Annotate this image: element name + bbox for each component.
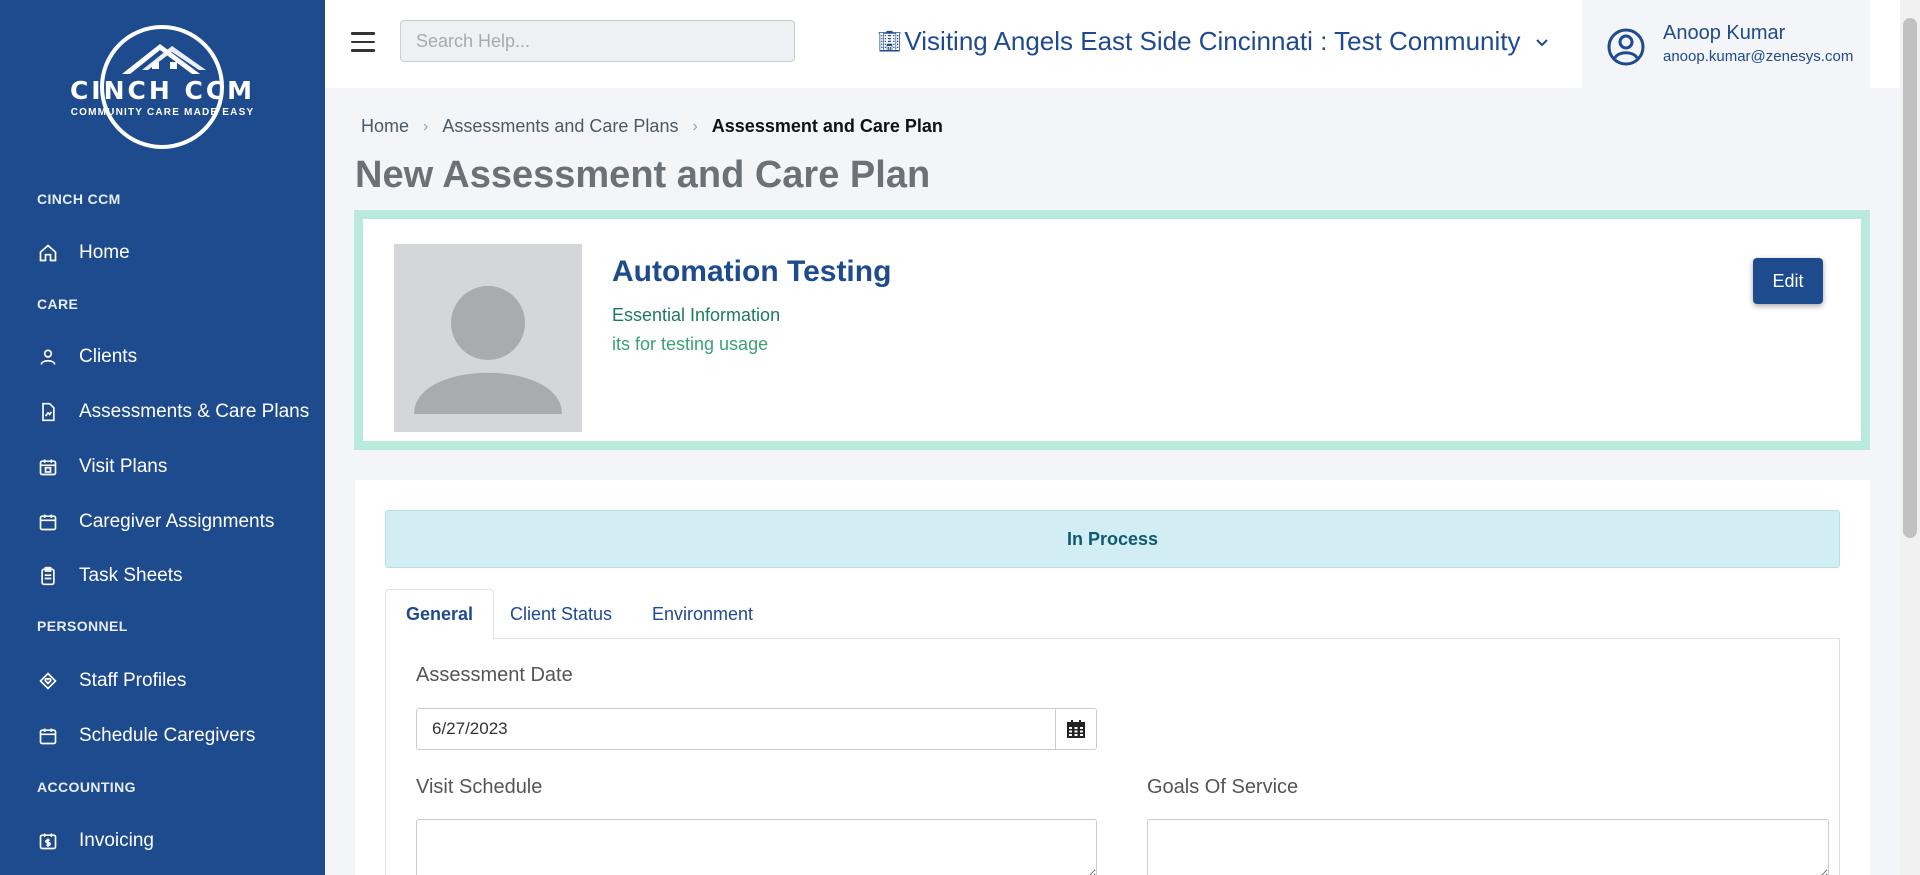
person-silhouette-icon	[414, 286, 562, 414]
sidebar-item-label: Staff Profiles	[79, 670, 187, 691]
status-banner: In Process	[385, 510, 1840, 568]
client-info-heading: Essential Information	[612, 305, 781, 325]
assessment-date-label: Assessment Date	[416, 664, 573, 686]
section-cinch-ccm: CINCH CCM	[37, 191, 121, 207]
calendar-icon	[37, 725, 59, 747]
visit-schedule-textarea[interactable]	[416, 819, 1097, 875]
menu-toggle-icon[interactable]	[351, 32, 375, 52]
client-info-text: its for testing usage	[612, 334, 769, 354]
scrollbar-thumb[interactable]	[1903, 18, 1917, 538]
home-icon	[37, 242, 59, 264]
page-title: New Assessment and Care Plan	[355, 154, 931, 196]
organization-selector[interactable]: 🏢︎ Visiting Angels East Side Cincinnati …	[877, 26, 1549, 57]
sidebar-item-home[interactable]: Home	[0, 230, 325, 276]
breadcrumb-home[interactable]: Home	[361, 116, 409, 137]
calendar-picker-icon[interactable]	[1055, 708, 1097, 750]
sidebar-item-caregiver-assignments[interactable]: Caregiver Assignments	[0, 499, 325, 545]
user-avatar-icon	[1607, 28, 1645, 66]
sidebar-item-label: Clients	[79, 346, 138, 367]
heart-badge-icon	[37, 670, 59, 692]
sidebar-item-label: Assessments & Care Plans	[79, 401, 310, 422]
sidebar-item-staff-profiles[interactable]: Staff Profiles	[0, 658, 325, 704]
dollar-calendar-icon	[37, 830, 59, 852]
client-card: Automation Testing Essential Information…	[354, 210, 1870, 450]
chevron-right-icon: ›	[423, 117, 429, 135]
user-menu[interactable]: Anoop Kumar anoop.kumar@zenesys.com	[1582, 0, 1870, 88]
goals-of-service-textarea[interactable]	[1147, 819, 1829, 875]
tab-bar: General Client Status Environment	[385, 589, 1840, 640]
section-accounting: ACCOUNTING	[37, 779, 136, 795]
section-care: CARE	[37, 296, 79, 312]
organization-name: Visiting Angels East Side Cincinnati : T…	[904, 26, 1521, 56]
clipboard-icon	[37, 565, 59, 587]
sidebar: CINCH CCM COMMUNITY CARE MADE EASY CINCH…	[0, 0, 325, 875]
sidebar-item-label: Caregiver Assignments	[79, 511, 275, 532]
tab-client-status[interactable]: Client Status	[490, 589, 632, 639]
building-icon: 🏢︎	[877, 31, 903, 53]
logo-tagline: COMMUNITY CARE MADE EASY	[70, 107, 255, 118]
user-icon	[37, 346, 59, 368]
user-email: anoop.kumar@zenesys.com	[1663, 48, 1854, 65]
assessment-panel: In Process General Client Status Environ…	[355, 480, 1870, 875]
breadcrumb: Home › Assessments and Care Plans › Asse…	[361, 116, 943, 137]
sidebar-item-label: Home	[79, 242, 130, 263]
logo-title: CINCH CCM	[69, 76, 256, 105]
sidebar-item-label: Visit Plans	[79, 456, 168, 477]
sidebar-item-clients[interactable]: Clients	[0, 334, 325, 380]
sidebar-item-label: Schedule Caregivers	[79, 725, 256, 746]
sidebar-item-assessments[interactable]: Assessments & Care Plans	[0, 389, 325, 435]
sidebar-item-schedule-caregivers[interactable]: Schedule Caregivers	[0, 713, 325, 759]
cinch-ccm-logo[interactable]: CINCH CCM COMMUNITY CARE MADE EASY	[60, 22, 265, 152]
tab-content-general: Assessment Date Visit Schedule Goals Of …	[385, 639, 1840, 875]
sidebar-item-label: Invoicing	[79, 830, 154, 851]
tab-general[interactable]: General	[385, 589, 495, 640]
top-bar: 🏢︎ Visiting Angels East Side Cincinnati …	[325, 0, 1900, 88]
section-personnel: PERSONNEL	[37, 618, 128, 634]
breadcrumb-current: Assessment and Care Plan	[711, 116, 943, 136]
sidebar-item-invoicing[interactable]: Invoicing	[0, 818, 325, 864]
sidebar-item-label: Task Sheets	[79, 565, 183, 586]
goals-of-service-label: Goals Of Service	[1147, 776, 1299, 798]
calendar-icon	[37, 511, 59, 533]
chevron-down-icon	[1535, 38, 1548, 46]
chevron-right-icon: ›	[692, 117, 698, 135]
page-scrollbar[interactable]	[1900, 0, 1920, 875]
visit-schedule-label: Visit Schedule	[416, 776, 543, 798]
edit-button[interactable]: Edit	[1753, 258, 1823, 304]
document-chart-icon	[37, 401, 59, 423]
tab-environment[interactable]: Environment	[632, 589, 773, 639]
sidebar-item-visit-plans[interactable]: Visit Plans	[0, 444, 325, 490]
assessment-date-input[interactable]	[416, 708, 1056, 750]
sidebar-item-task-sheets[interactable]: Task Sheets	[0, 553, 325, 599]
breadcrumb-assessments[interactable]: Assessments and Care Plans	[442, 116, 678, 137]
client-photo-placeholder	[394, 244, 582, 432]
calendar-check-icon	[37, 456, 59, 478]
search-input[interactable]	[400, 20, 795, 62]
user-name: Anoop Kumar	[1663, 22, 1786, 44]
client-name: Automation Testing	[612, 255, 892, 288]
